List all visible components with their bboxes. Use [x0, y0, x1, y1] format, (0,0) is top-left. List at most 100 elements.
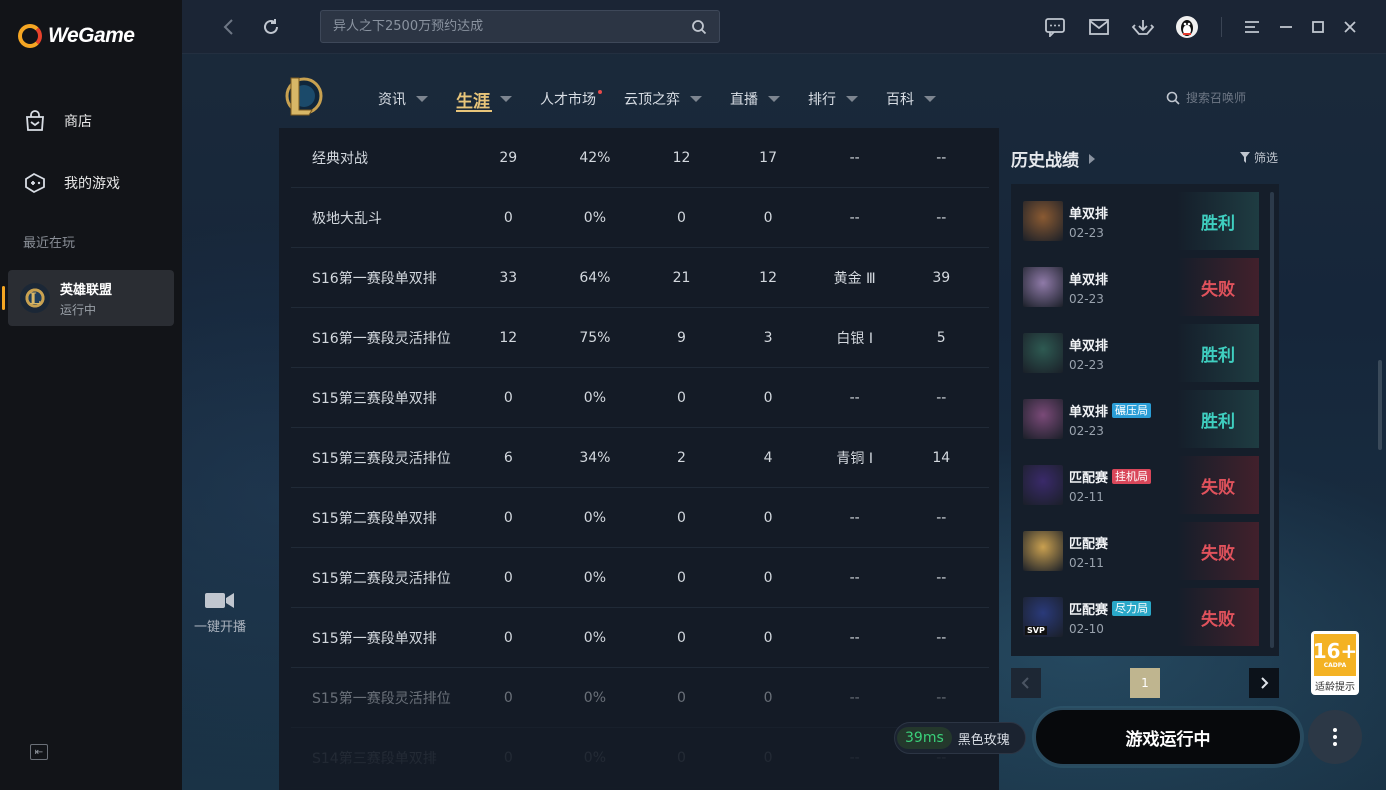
recent-section-label: 最近在玩	[23, 236, 76, 251]
stat-cell: 0	[503, 689, 513, 706]
wegame-logo[interactable]: WeGame	[18, 24, 135, 48]
page-number-current[interactable]: 1	[1130, 668, 1160, 698]
filter-button[interactable]: 筛选	[1240, 149, 1278, 166]
stat-cell: 64%	[579, 269, 611, 286]
tab-4[interactable]: 直播	[730, 88, 780, 110]
chat-button[interactable]	[1042, 14, 1068, 40]
recent-game-status: 运行中	[60, 302, 97, 317]
match-date: 02-11	[1069, 489, 1104, 504]
match-mode-label: 单双排	[1069, 206, 1109, 222]
champion-avatar	[1023, 201, 1063, 241]
app-name: WeGame	[48, 24, 135, 47]
match-info: 单双排 02-23	[1069, 203, 1108, 240]
history-title[interactable]: 历史战绩	[1011, 146, 1095, 171]
stat-mode-cell: S15第二赛段单双排	[312, 510, 437, 527]
stat-cell: 12	[759, 269, 777, 286]
sidebar-item-label: 商店	[64, 114, 92, 130]
match-info: 单双排 02-23	[1069, 269, 1108, 306]
table-row: S16第一赛段单双排 33 64% 21 12 黄金 Ⅲ 39	[291, 248, 989, 308]
stat-cell: 9	[677, 329, 686, 346]
recent-game-lol[interactable]: L 英雄联盟 运行中	[2, 270, 174, 326]
summoner-search-input[interactable]	[1186, 91, 1276, 105]
match-date: 02-23	[1069, 357, 1104, 372]
more-options-button[interactable]	[1308, 710, 1362, 764]
search-icon[interactable]	[691, 19, 707, 35]
download-icon	[1131, 20, 1155, 35]
maximize-button[interactable]	[1305, 14, 1331, 40]
match-item[interactable]: 匹配赛 02-11 失败	[1023, 522, 1259, 580]
stat-cell: --	[936, 689, 947, 706]
match-item[interactable]: 单双排 02-23 胜利	[1023, 192, 1259, 250]
svp-badge: SVP	[1025, 626, 1047, 635]
page-scrollbar[interactable]	[1378, 360, 1382, 450]
match-mode: 单双排	[1069, 335, 1108, 354]
store-bag-icon	[26, 110, 44, 131]
stat-cell: --	[849, 749, 860, 766]
stat-cell: 0%	[583, 509, 606, 526]
prev-page-button[interactable]	[1011, 668, 1041, 698]
tab-5[interactable]: 排行	[808, 88, 858, 110]
match-item[interactable]: 匹配赛 挂机局 02-11 失败	[1023, 456, 1259, 514]
tab-2[interactable]: 人才市场	[540, 88, 602, 110]
age-rating-badge[interactable]: 16+ CADPA 适龄提示	[1311, 631, 1359, 695]
server-status-pill[interactable]: 39ms 黑色玫瑰	[894, 722, 1026, 754]
one-key-stream-button[interactable]: 一键开播	[192, 590, 248, 635]
match-mode-label: 单双排	[1069, 272, 1109, 288]
tab-3[interactable]: 云顶之弈	[624, 88, 702, 110]
match-item[interactable]: 单双排 02-23 胜利	[1023, 324, 1259, 382]
download-button[interactable]	[1130, 14, 1156, 40]
table-row: S15第一赛段灵活排位 0 0% 0 0 -- --	[291, 668, 989, 728]
minimize-button[interactable]	[1273, 14, 1299, 40]
stat-cell: 4	[763, 449, 773, 466]
match-item[interactable]: 单双排 02-23 失败	[1023, 258, 1259, 316]
wegame-logo-icon	[18, 24, 42, 48]
match-mode: 匹配赛 尽力局	[1069, 599, 1152, 618]
stat-mode-cell: 极地大乱斗	[312, 210, 382, 227]
stat-cell: 0%	[583, 569, 606, 586]
game-running-button[interactable]: 游戏运行中	[1034, 708, 1302, 766]
stat-cell: 0	[763, 569, 773, 586]
match-item[interactable]: 单双排 碾压局 02-23 胜利	[1023, 390, 1259, 448]
lol-header-logo[interactable]	[282, 74, 324, 118]
stat-cell: 0	[503, 389, 513, 406]
stat-cell: 0	[763, 629, 773, 646]
next-page-button[interactable]	[1249, 668, 1279, 698]
stat-cell: 青铜 Ⅰ	[836, 450, 873, 467]
search-icon[interactable]	[1166, 91, 1180, 105]
tab-6[interactable]: 百科	[886, 88, 936, 110]
main-area: 资讯生涯人才市场云顶之弈直播排行百科 经典对战2942%1217----极地大乱…	[182, 0, 1386, 790]
sidebar-item-my-games[interactable]: 我的游戏	[22, 170, 120, 196]
stat-cell: --	[936, 629, 947, 646]
global-search-input[interactable]	[333, 19, 691, 34]
tab-label: 排行	[808, 92, 836, 108]
table-row: S15第三赛段灵活排位 6 34% 2 4 青铜 Ⅰ 14	[291, 428, 989, 488]
sidebar: WeGame 商店 我的游戏 最近在玩 L 英雄联盟 运行中 ⇤	[0, 0, 182, 790]
stat-cell: 0%	[583, 209, 606, 226]
chevron-down-icon	[846, 96, 858, 102]
stat-mode-cell: S16第一赛段灵活排位	[312, 330, 451, 347]
stat-cell: 0	[763, 209, 773, 226]
match-date: 02-23	[1069, 291, 1104, 306]
stat-cell: --	[936, 209, 947, 226]
profile-avatar[interactable]	[1174, 14, 1200, 40]
stat-cell: 0	[763, 749, 773, 766]
back-button[interactable]	[216, 14, 242, 40]
collapse-sidebar-button[interactable]: ⇤	[30, 744, 48, 760]
sidebar-item-store[interactable]: 商店	[22, 108, 92, 134]
history-scrollbar[interactable]	[1270, 192, 1274, 648]
stat-mode-cell: S14第三赛段单双排	[312, 750, 437, 767]
close-button[interactable]	[1337, 14, 1363, 40]
server-name: 黑色玫瑰	[957, 732, 1010, 748]
tab-1[interactable]: 生涯	[456, 88, 512, 112]
match-result: 胜利	[1177, 324, 1259, 382]
match-item[interactable]: SVP 匹配赛 尽力局 02-10 失败	[1023, 588, 1259, 646]
match-history-list: 单双排 02-23 胜利 单双排 02-23 失败 单双排 02-23 胜利 单双排 碾压局 02-2…	[1011, 184, 1279, 656]
menu-button[interactable]	[1239, 14, 1265, 40]
match-mode-label: 匹配赛	[1069, 536, 1109, 552]
mail-button[interactable]	[1086, 14, 1112, 40]
stat-cell: 0	[763, 389, 773, 406]
refresh-icon	[264, 19, 278, 34]
refresh-button[interactable]	[258, 14, 284, 40]
chevron-down-icon	[500, 96, 512, 102]
tab-0[interactable]: 资讯	[378, 88, 428, 110]
